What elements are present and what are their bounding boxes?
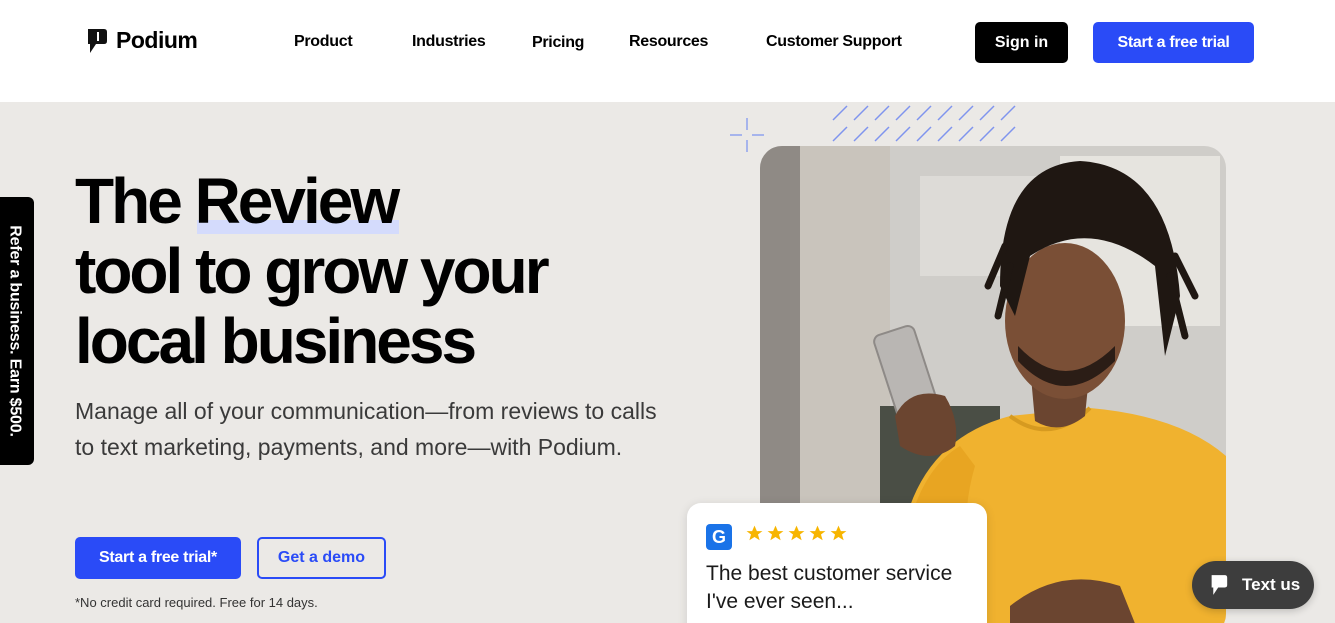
podium-logo[interactable]: Podium	[86, 27, 198, 54]
chat-icon	[1211, 575, 1228, 595]
star-rating	[745, 524, 848, 543]
hero-title-word: The	[75, 165, 183, 237]
nav-resources[interactable]: Resources	[629, 33, 708, 51]
review-text: The best customer service I've ever seen…	[706, 562, 953, 613]
text-us-label: Text us	[1242, 575, 1301, 594]
nav-customer-support[interactable]: Customer Support	[766, 33, 902, 51]
nav-product[interactable]: Product	[294, 33, 353, 51]
hero-title-line2: tool to grow your	[75, 235, 550, 307]
text-us-button[interactable]: Text us	[1192, 561, 1314, 609]
hero-trial-button[interactable]: Start a free trial*	[75, 537, 241, 579]
get-demo-button[interactable]: Get a demo	[257, 537, 386, 579]
star-icon	[767, 525, 784, 541]
hero-title-line3: local business	[75, 305, 477, 377]
podium-logo-icon	[88, 28, 107, 53]
hero-subtitle: Manage all of your communication—from re…	[75, 398, 657, 460]
sign-in-button[interactable]: Sign in	[975, 22, 1068, 63]
hero-title-highlight: Review	[194, 165, 401, 237]
refer-business-tab[interactable]: Refer a business. Earn $500.	[0, 197, 34, 465]
star-icon	[746, 525, 763, 541]
plus-decoration	[730, 118, 764, 152]
refer-tab-label: Refer a business. Earn $500.	[7, 225, 24, 437]
star-icon	[809, 525, 826, 541]
google-icon: G	[706, 524, 732, 550]
logo-text: Podium	[116, 27, 198, 53]
nav-industries[interactable]: Industries	[412, 33, 486, 51]
review-card: G The best customer service I've ever se…	[687, 503, 987, 623]
star-icon	[788, 525, 805, 541]
nav-pricing[interactable]: Pricing	[532, 34, 584, 52]
site-header: Podium Product Industries Pricing Resour…	[0, 0, 1335, 102]
fineprint: *No credit card required. Free for 14 da…	[75, 595, 318, 610]
hero-title: The Review tool to grow your local busin…	[75, 166, 695, 376]
header-trial-button[interactable]: Start a free trial	[1093, 22, 1254, 63]
stripes-decoration	[832, 105, 1016, 142]
star-icon	[830, 525, 847, 541]
